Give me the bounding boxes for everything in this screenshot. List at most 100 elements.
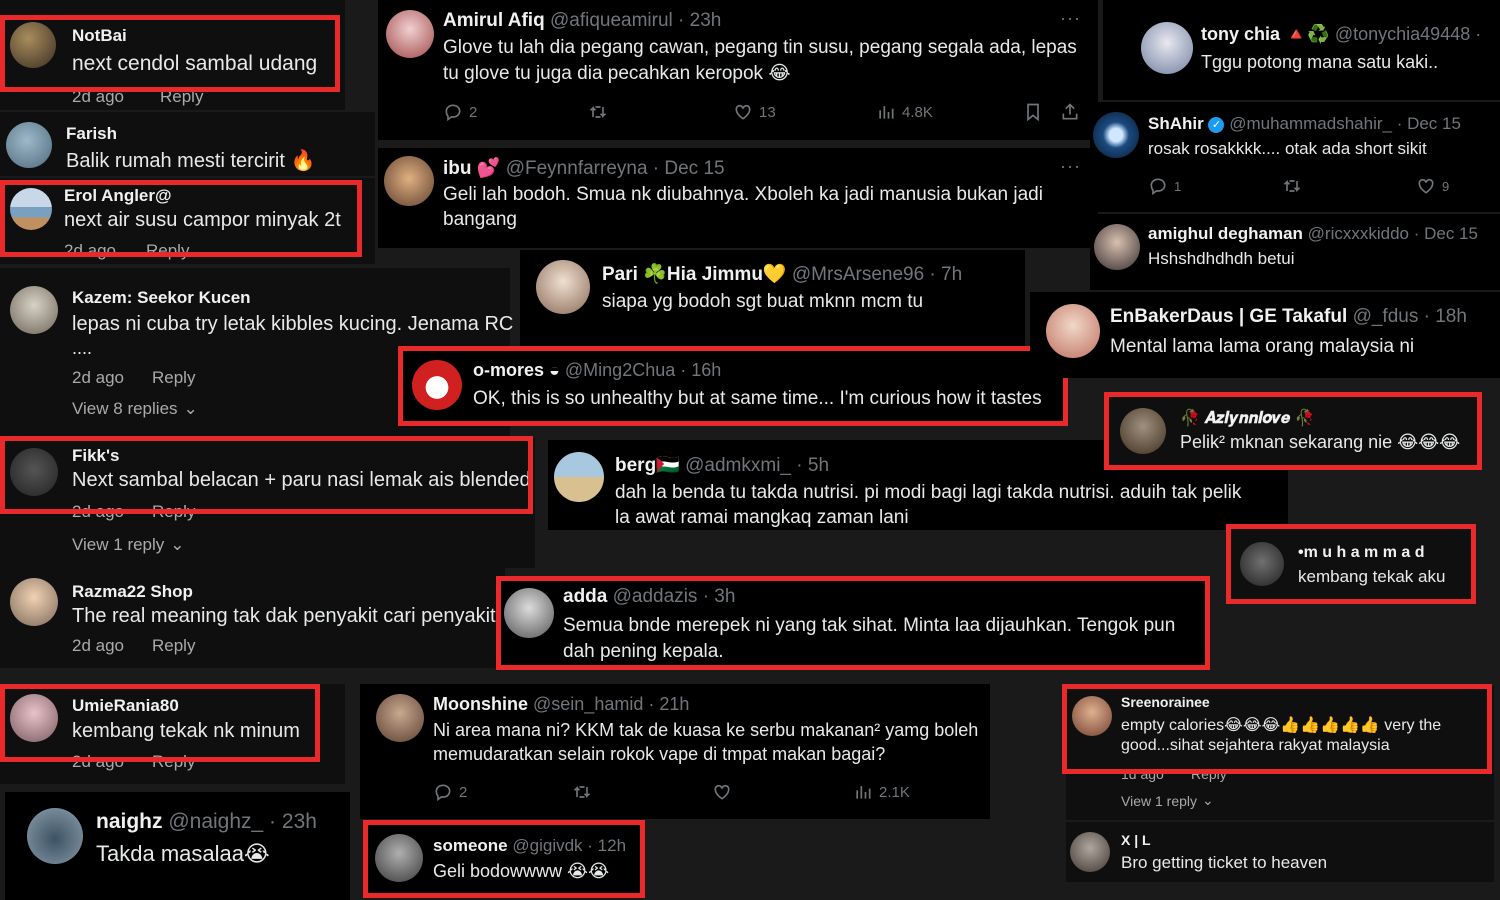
author-name[interactable]: someone [433,836,508,855]
author-name[interactable]: Sreenorainee [1121,694,1210,710]
chevron-down-icon: ⌄ [170,535,185,554]
like-icon [712,782,732,802]
author-handle[interactable]: @gigivdk · 12h [512,836,626,855]
reply-button[interactable]: 2 [433,782,467,802]
author-handle[interactable]: @naighz_ · 23h [168,810,317,833]
author-name[interactable]: X | L [1121,832,1151,848]
erol-comment: Erol Angler@ next air susu campor minyak… [0,178,375,264]
author-name[interactable]: •m u h a m m a d [1298,544,1425,562]
author-handle[interactable]: @sein_hamid · 21h [533,694,689,714]
avatar[interactable] [1094,224,1140,270]
avatar[interactable] [10,448,58,496]
avatar[interactable] [1120,408,1166,454]
bookmark-button[interactable] [1023,102,1043,122]
reply-link[interactable]: Reply [146,241,189,261]
author-handle[interactable]: @MrsArsene96 · 7h [792,264,962,285]
author-name[interactable]: Pari ☘️Hia Jimmu💛 [602,264,787,285]
share-button[interactable] [1060,102,1080,122]
author-name[interactable]: amighul deghaman [1148,224,1303,243]
avatar[interactable] [1240,542,1284,586]
retweet-button[interactable] [588,102,608,122]
like-button[interactable]: 13 [733,102,776,122]
author-handle[interactable]: @Feynnfarreyna · Dec 15 [506,158,725,179]
avatar[interactable] [10,22,56,68]
more-icon[interactable]: ··· [1060,8,1081,29]
author-handle[interactable]: @muhammadshahir_ · Dec 15 [1229,114,1461,133]
like-button[interactable]: 9 [1416,176,1449,196]
comment-text: The real meaning tak dak penyakit cari p… [72,605,496,627]
timestamp: 2d ago [72,87,124,106]
avatar[interactable] [10,578,58,626]
author-name[interactable]: UmieRania80 [72,696,179,716]
avatar[interactable] [504,588,554,638]
author-name[interactable]: EnBakerDaus | GE Takaful [1110,306,1347,327]
views-button[interactable]: 2.1K [853,782,910,802]
reply-icon [1148,176,1168,196]
author-name[interactable]: tony chia 🔺♻️ [1201,24,1330,44]
author-name[interactable]: Fikk's [72,446,120,466]
author-name[interactable]: Farish [66,124,117,144]
reply-link[interactable]: Reply [152,502,195,522]
retweet-button[interactable] [1282,176,1302,196]
avatar[interactable] [536,260,590,314]
avatar[interactable] [10,694,58,742]
avatar[interactable] [384,156,434,206]
author-handle[interactable]: @afiqueamirul · 23h [550,10,721,31]
reply-button[interactable]: 2 [443,102,477,122]
author-name[interactable]: naighz [96,810,163,833]
author-name[interactable]: Razma22 Shop [72,582,193,602]
reply-link[interactable]: Reply [152,752,195,772]
author-name[interactable]: 🥀 𝑨𝒛𝒍𝒚𝒏𝒏𝒍𝒐𝒗𝒆 🥀 [1180,408,1315,428]
reply-link[interactable]: Reply [152,368,195,388]
reply-link[interactable]: Reply [1191,766,1227,782]
author-handle[interactable]: @admkxmi_ · 5h [685,455,829,476]
avatar[interactable] [1141,22,1193,74]
tweet-header: adda @addazis · 3h [563,586,735,608]
comment-text: Next sambal belacan + paru nasi lemak ai… [72,469,531,491]
views-button[interactable]: 4.8K [876,102,933,122]
avatar[interactable] [386,10,434,58]
author-name[interactable]: ShAhir [1148,114,1204,133]
view-replies-button[interactable]: View 8 replies ⌄ [72,399,198,419]
view-replies-button[interactable]: View 1 reply ⌄ [72,535,185,555]
reply-link[interactable]: Reply [160,87,203,107]
author-name[interactable]: Erol Angler@ [64,186,172,206]
author-name[interactable]: ibu 💕 [443,158,500,179]
author-handle[interactable]: @addazis · 3h [613,586,736,607]
author-handle[interactable]: @Ming2Chua · 16h [565,360,721,380]
retweet-button[interactable] [572,782,592,802]
avatar[interactable] [10,286,58,334]
avatar[interactable] [1093,112,1139,158]
author-name[interactable]: Kazem: Seekor Kucen [72,288,251,308]
tweet-header: tony chia 🔺♻️ @tonychia49448 · [1201,24,1481,45]
avatar[interactable] [375,834,423,882]
avatar[interactable] [554,452,604,502]
avatar[interactable] [412,360,462,410]
author-handle[interactable]: @tonychia49448 · [1335,24,1481,44]
view-replies-button[interactable]: View 1 reply ⌄ [1121,792,1214,809]
avatar[interactable] [1072,696,1112,736]
avatar[interactable] [6,122,52,168]
avatar[interactable] [27,808,83,864]
avatar[interactable] [376,694,424,742]
author-name[interactable]: NotBai [72,26,127,46]
author-name[interactable]: adda [563,586,607,607]
avatar[interactable] [1070,832,1110,872]
author-name[interactable]: Moonshine [433,694,528,714]
razma-comment: Razma22 Shop The real meaning tak dak pe… [0,568,505,668]
like-button[interactable] [712,782,732,802]
naighz-tweet: naighz @naighz_ · 23h Takda masalaa😭 [5,792,350,900]
author-handle[interactable]: @_fdus · 18h [1353,306,1467,327]
author-name[interactable]: berg🇵🇸 [615,455,680,476]
avatar[interactable] [10,188,52,230]
author-handle[interactable]: @ricxxxkiddo · Dec 15 [1308,224,1478,243]
comment-text: Balik rumah mesti tercirit 🔥 [66,150,316,172]
reply-button[interactable]: 1 [1148,176,1181,196]
more-icon[interactable]: ··· [1060,156,1081,177]
tweet-text: Tggu potong mana satu kaki.. [1201,52,1439,72]
reply-link[interactable]: Reply [152,636,195,656]
avatar[interactable] [1046,304,1100,358]
reply-count: 2 [459,783,468,801]
author-name[interactable]: o-mores ◒ [473,360,560,380]
author-name[interactable]: Amirul Afiq [443,10,545,31]
